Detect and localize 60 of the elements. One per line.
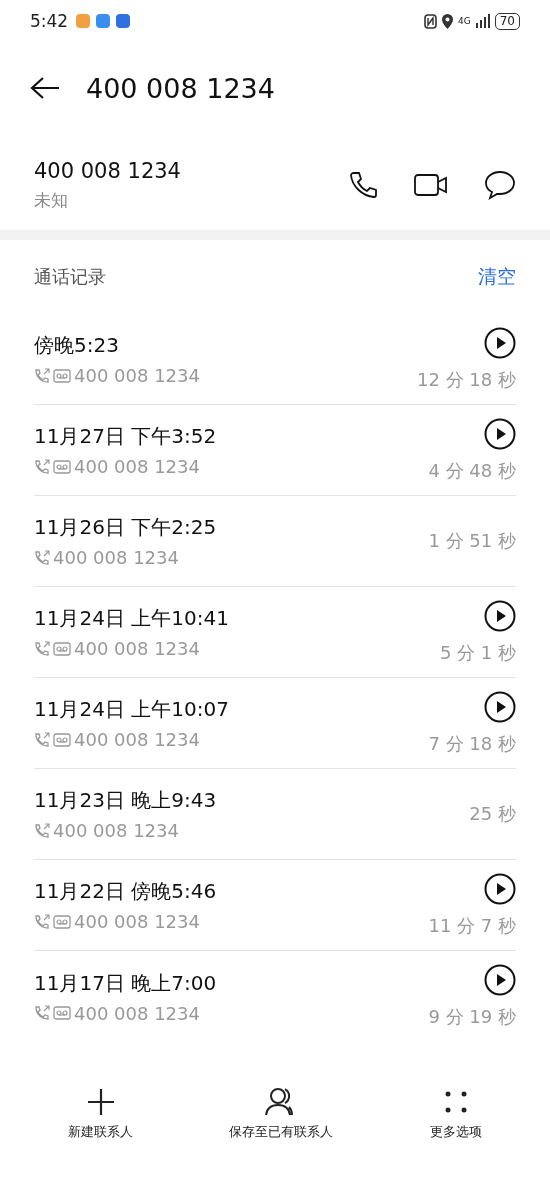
signal-icon bbox=[475, 14, 490, 28]
section-title: 通话记录 bbox=[34, 265, 106, 289]
phone-number: 400 008 1234 bbox=[34, 158, 181, 183]
message-icon[interactable] bbox=[484, 170, 516, 200]
call-duration: 11 分 7 秒 bbox=[428, 913, 516, 938]
toolbar-button[interactable]: 新建联系人 bbox=[68, 1087, 134, 1167]
call-duration: 4 分 48 秒 bbox=[428, 458, 516, 483]
video-call-icon[interactable] bbox=[414, 173, 448, 197]
outgoing-call-icon bbox=[34, 913, 50, 930]
outgoing-call-icon bbox=[34, 549, 50, 566]
outgoing-call-icon bbox=[34, 822, 50, 839]
call-number: 400 008 1234 bbox=[74, 365, 200, 386]
call-duration: 7 分 18 秒 bbox=[428, 731, 516, 756]
call-duration: 12 分 18 秒 bbox=[417, 367, 516, 392]
call-duration: 9 分 19 秒 bbox=[428, 1005, 516, 1029]
network-type: 4G bbox=[458, 16, 471, 26]
call-time: 11月17日 晚上7:00 bbox=[34, 969, 218, 997]
toolbar-button[interactable]: 保存至已有联系人 bbox=[229, 1087, 334, 1167]
call-number: 400 008 1234 bbox=[74, 729, 200, 750]
voicemail-icon bbox=[53, 913, 71, 930]
page-title: 400 008 1234 bbox=[86, 72, 275, 104]
call-time: 11月24日 上午10:07 bbox=[34, 696, 230, 723]
outgoing-call-icon bbox=[34, 367, 50, 384]
call-time: 傍晚5:23 bbox=[34, 332, 120, 359]
outgoing-call-icon bbox=[34, 458, 50, 475]
voicemail-icon bbox=[53, 1005, 71, 1021]
voicemail-icon bbox=[53, 367, 71, 384]
call-number: 400 008 1234 bbox=[74, 911, 200, 932]
app-notification-icon bbox=[96, 14, 111, 28]
app-notification-icon bbox=[116, 14, 131, 28]
nfc-icon bbox=[424, 13, 437, 29]
call-time: 11月22日 傍晚5:46 bbox=[34, 878, 218, 905]
location-icon bbox=[442, 13, 453, 29]
call-number: 400 008 1234 bbox=[74, 456, 200, 477]
plus-icon bbox=[85, 1087, 116, 1117]
phone-icon[interactable] bbox=[348, 170, 378, 200]
call-number: 400 008 1234 bbox=[53, 820, 179, 841]
outgoing-call-icon bbox=[34, 731, 50, 748]
outgoing-call-icon bbox=[34, 640, 50, 657]
call-number: 400 008 1234 bbox=[53, 547, 179, 568]
status-time: 5:42 bbox=[30, 11, 69, 31]
call-number: 400 008 1234 bbox=[74, 1002, 200, 1024]
call-time: 11月27日 下午3:52 bbox=[34, 423, 218, 450]
call-duration: 1 分 51 秒 bbox=[428, 529, 516, 553]
call-duration: 25 秒 bbox=[469, 802, 516, 826]
voicemail-icon bbox=[53, 458, 71, 475]
call-time: 11月24日 上午10:41 bbox=[34, 605, 230, 632]
toolbar-button[interactable]: 更多选项 bbox=[429, 1087, 482, 1167]
call-number: 400 008 1234 bbox=[74, 638, 200, 659]
call-time: 11月23日 晚上9:43 bbox=[34, 787, 218, 814]
clear-button[interactable]: 清空 bbox=[478, 264, 516, 290]
outgoing-call-icon bbox=[34, 1005, 50, 1021]
app-notification-icon bbox=[76, 14, 91, 28]
voicemail-icon bbox=[53, 731, 71, 748]
call-duration: 5 分 1 秒 bbox=[439, 640, 516, 665]
voicemail-icon bbox=[53, 640, 71, 657]
contact-label: 未知 bbox=[34, 188, 69, 212]
call-time: 11月26日 下午2:25 bbox=[34, 514, 218, 541]
battery-level: 70 bbox=[494, 12, 520, 30]
back-icon[interactable] bbox=[30, 76, 60, 100]
